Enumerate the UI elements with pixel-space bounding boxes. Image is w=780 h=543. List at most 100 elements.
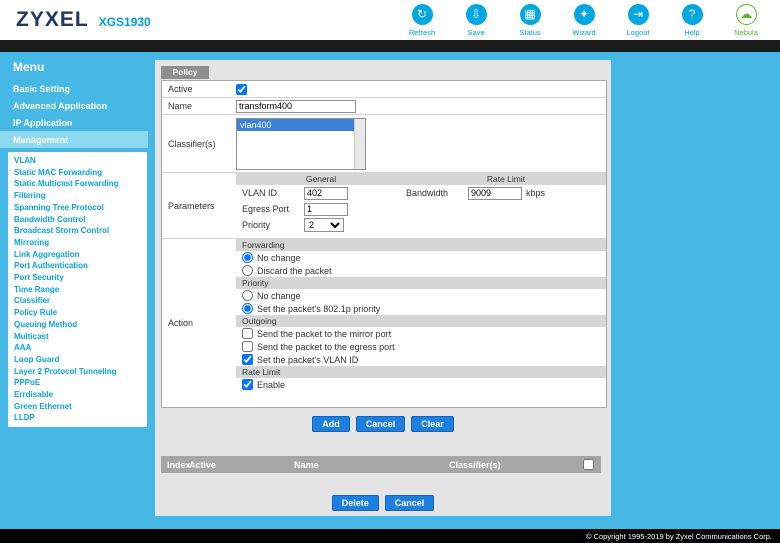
sidebar-link-layer2-protocol-tunneling[interactable]: Layer 2 Protocol Tunneling: [8, 366, 147, 378]
general-header: General: [305, 174, 337, 184]
table-header-row: Index Active Name Classifier(s): [161, 456, 601, 473]
sidebar-link-vlan[interactable]: VLAN: [8, 155, 147, 167]
classifiers-listbox[interactable]: vlan400: [236, 118, 366, 170]
action-label: Action: [168, 318, 194, 328]
outgoing-egress-option: Send the packet to the egress port: [236, 340, 606, 353]
nebula-icon: ☁: [735, 3, 757, 25]
forwarding-discard-radio[interactable]: [242, 265, 253, 276]
name-input[interactable]: [236, 99, 356, 113]
sidebar-link-bandwidth-control[interactable]: Bandwidth Control: [8, 214, 147, 226]
priority-set-8021p-option: Set the packet's 802.1p priority: [236, 302, 606, 315]
outgoing-set-vlan-checkbox[interactable]: [242, 354, 253, 365]
sidebar-link-loop-guard[interactable]: Loop Guard: [8, 354, 147, 366]
refresh-button[interactable]: ↻ Refresh: [402, 3, 442, 37]
sidebar-link-static-multicast-forwarding[interactable]: Static Multicast Forwarding: [8, 178, 147, 190]
rate-limit-enable-label: Enable: [257, 379, 286, 390]
sidebar-item-ip-application[interactable]: IP Application: [0, 114, 148, 131]
nebula-label: Nebula: [734, 27, 758, 37]
cancel-button[interactable]: Cancel: [355, 416, 406, 432]
sidebar-links-panel: VLAN Static MAC Forwarding Static Multic…: [8, 152, 147, 428]
select-all-checkbox[interactable]: [582, 459, 594, 470]
priority-set-8021p-radio[interactable]: [242, 303, 253, 314]
wizard-label: Wizard: [572, 27, 596, 37]
sidebar-link-static-mac-forwarding[interactable]: Static MAC Forwarding: [8, 167, 147, 179]
outgoing-egress-checkbox[interactable]: [242, 341, 253, 352]
rate-limit-enable-option: Enable: [236, 378, 606, 391]
nebula-button[interactable]: ☁ Nebula: [726, 3, 766, 37]
classifier-option-vlan400[interactable]: vlan400: [237, 119, 354, 131]
outgoing-mirror-checkbox[interactable]: [242, 328, 253, 339]
forwarding-no-change-radio[interactable]: [242, 252, 253, 263]
priority-no-change-option: No change: [236, 289, 606, 302]
forwarding-band: Forwarding: [236, 239, 606, 251]
bandwidth-input[interactable]: [468, 186, 522, 200]
rate-limit-band: Rate Limit: [236, 366, 606, 378]
sidebar: Menu Basic Setting Advanced Application …: [0, 52, 148, 529]
sidebar-item-advanced-application[interactable]: Advanced Application: [0, 97, 148, 114]
priority-select[interactable]: 2: [304, 218, 344, 232]
save-button[interactable]: ⇩ Save: [456, 3, 496, 37]
form-row-active: Active: [162, 81, 606, 98]
status-label: Status: [519, 27, 541, 37]
sidebar-link-pppoe[interactable]: PPPoE: [8, 377, 147, 389]
outgoing-mirror-label: Send the packet to the mirror port: [257, 328, 392, 339]
vlan-id-input[interactable]: [304, 186, 348, 200]
sidebar-link-queuing-method[interactable]: Queuing Method: [8, 319, 147, 331]
sidebar-link-broadcast-storm-control[interactable]: Broadcast Storm Control: [8, 225, 147, 237]
outgoing-set-vlan-option: Set the packet's VLAN ID: [236, 353, 606, 366]
sidebar-link-port-authentication[interactable]: Port Authentication: [8, 260, 147, 272]
policy-form: Active Name Classifier(s) vlan400 Para: [161, 80, 607, 408]
refresh-icon: ↻: [411, 3, 433, 25]
policy-rules-table: Index Active Name Classifier(s): [161, 456, 601, 473]
listbox-scrollbar[interactable]: [354, 119, 365, 169]
wizard-button[interactable]: ✦ Wizard: [564, 3, 604, 37]
sidebar-link-errdisable[interactable]: Errdisable: [8, 389, 147, 401]
priority-no-change-radio[interactable]: [242, 290, 253, 301]
delete-button[interactable]: Delete: [331, 495, 379, 511]
sidebar-link-green-ethernet[interactable]: Green Ethernet: [8, 401, 147, 413]
sidebar-link-aaa[interactable]: AAA: [8, 342, 147, 354]
refresh-label: Refresh: [408, 27, 436, 37]
sidebar-link-spanning-tree-protocol[interactable]: Spanning Tree Protocol: [8, 202, 147, 214]
forwarding-discard-label: Discard the packet: [257, 265, 332, 276]
clear-button[interactable]: Clear: [411, 416, 454, 432]
rate-limit-enable-checkbox[interactable]: [242, 379, 253, 390]
column-classifiers: Classifier(s): [449, 459, 501, 470]
priority-no-change-label: No change: [257, 290, 301, 301]
sidebar-link-filtering[interactable]: Filtering: [8, 190, 147, 202]
help-button[interactable]: ? Help: [672, 3, 712, 37]
help-icon: ?: [681, 3, 703, 25]
forwarding-discard-option: Discard the packet: [236, 264, 606, 277]
status-icon: ▦: [519, 3, 541, 25]
sidebar-link-link-aggregation[interactable]: Link Aggregation: [8, 249, 147, 261]
form-row-parameters: Parameters General Rate Limit VLAN ID Ba…: [162, 173, 606, 239]
forwarding-no-change-option: No change: [236, 251, 606, 264]
name-label: Name: [168, 101, 193, 111]
logout-button[interactable]: ⇥ Logout: [618, 3, 658, 37]
sidebar-link-policy-rule[interactable]: Policy Rule: [8, 307, 147, 319]
sidebar-link-mirroring[interactable]: Mirroring: [8, 237, 147, 249]
sidebar-link-multicast[interactable]: Multicast: [8, 331, 147, 343]
sidebar-link-classifier[interactable]: Classifier: [8, 295, 147, 307]
form-row-name: Name: [162, 98, 606, 115]
outgoing-mirror-option: Send the packet to the mirror port: [236, 327, 606, 340]
sidebar-item-management[interactable]: Management: [0, 131, 148, 148]
logout-icon: ⇥: [627, 3, 649, 25]
cancel-button-2[interactable]: Cancel: [384, 495, 435, 511]
sidebar-link-time-range[interactable]: Time Range: [8, 284, 147, 296]
tab-policy[interactable]: Policy: [161, 66, 209, 79]
outgoing-set-vlan-label: Set the packet's VLAN ID: [257, 354, 359, 365]
priority-label: Priority: [242, 220, 271, 230]
help-label: Help: [684, 27, 700, 37]
sidebar-link-lldp[interactable]: LLDP: [8, 412, 147, 424]
priority-band: Priority: [236, 277, 606, 289]
menu-title: Menu: [13, 60, 45, 74]
sidebar-item-basic-setting[interactable]: Basic Setting: [0, 80, 148, 97]
active-checkbox[interactable]: [236, 83, 247, 95]
status-button[interactable]: ▦ Status: [510, 3, 550, 37]
egress-port-input[interactable]: [304, 202, 348, 216]
sidebar-link-port-security[interactable]: Port Security: [8, 272, 147, 284]
zyxel-logo: ZYXEL: [16, 8, 89, 31]
add-button[interactable]: Add: [312, 416, 350, 432]
app-header: ZYXEL XGS1930 ↻ Refresh ⇩ Save ▦ Status …: [0, 0, 780, 40]
